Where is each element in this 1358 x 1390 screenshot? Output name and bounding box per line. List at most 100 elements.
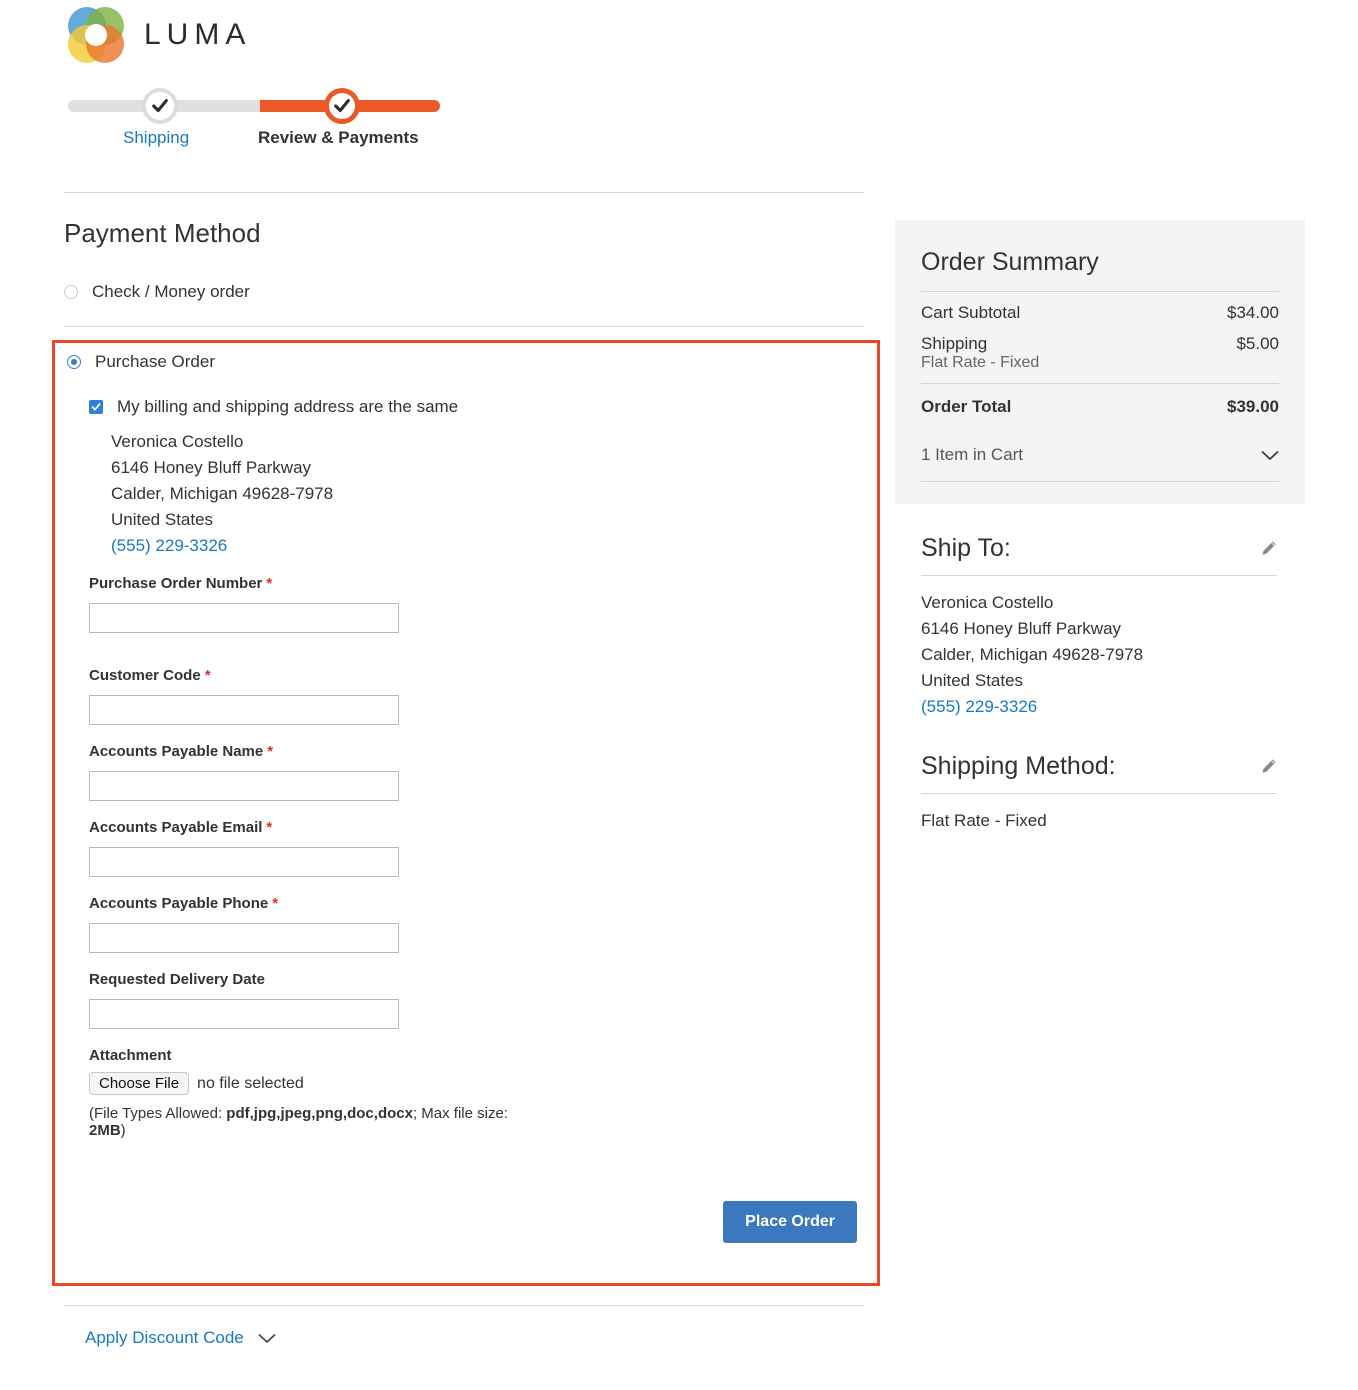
field-label: Accounts Payable Email * bbox=[89, 819, 273, 836]
cart-items-toggle[interactable]: 1 Item in Cart bbox=[921, 431, 1279, 481]
requested-delivery-date-input[interactable] bbox=[89, 999, 399, 1029]
payment-option-purchase-order[interactable]: Purchase Order bbox=[67, 352, 215, 372]
field-label: Purchase Order Number * bbox=[89, 575, 273, 592]
payment-option-divider bbox=[64, 326, 864, 327]
required-marker: * bbox=[266, 575, 273, 592]
ship-to-phone[interactable]: (555) 229-3326 bbox=[921, 694, 1277, 720]
required-marker: * bbox=[266, 819, 273, 836]
summary-row-shipping: Shipping $5.00 bbox=[921, 323, 1279, 354]
brand-logo[interactable]: LUMA bbox=[64, 4, 251, 66]
header-divider bbox=[64, 192, 864, 193]
ship-to-section: Ship To: Veronica Costello 6146 Honey Bl… bbox=[921, 534, 1277, 720]
field-accounts-payable-name: Accounts Payable Name * bbox=[89, 743, 509, 801]
billing-same-as-shipping-row[interactable]: My billing and shipping address are the … bbox=[89, 397, 458, 417]
required-marker: * bbox=[267, 743, 274, 760]
file-selection-status: no file selected bbox=[197, 1074, 304, 1092]
ship-to-header: Ship To: bbox=[921, 534, 1277, 563]
ship-to-street: 6146 Honey Bluff Parkway bbox=[921, 619, 1122, 638]
payment-option-label: Purchase Order bbox=[95, 352, 215, 371]
progress-step-review-payments[interactable] bbox=[324, 88, 360, 124]
billing-address: Veronica Costello 6146 Honey Bluff Parkw… bbox=[111, 429, 333, 559]
order-summary-panel: Order Summary Cart Subtotal $34.00 Shipp… bbox=[895, 220, 1305, 504]
pencil-icon[interactable] bbox=[1260, 758, 1277, 775]
summary-row-label: Cart Subtotal bbox=[921, 303, 1021, 322]
check-icon bbox=[91, 403, 101, 411]
billing-address-phone[interactable]: (555) 229-3326 bbox=[111, 533, 333, 559]
field-attachment: Attachment Choose File no file selected … bbox=[89, 1047, 509, 1139]
check-icon bbox=[334, 99, 350, 113]
brand-name: LUMA bbox=[144, 18, 252, 51]
billing-address-country: United States bbox=[111, 510, 214, 529]
field-customer-code: Customer Code * bbox=[89, 667, 509, 725]
payment-option-check-money-order[interactable]: Check / Money order bbox=[64, 282, 250, 302]
checkbox-billing-same[interactable] bbox=[89, 400, 103, 414]
allowed-file-types: pdf,jpg,jpeg,png,doc,docx bbox=[226, 1105, 413, 1122]
shipping-method-header: Shipping Method: bbox=[921, 752, 1277, 781]
choose-file-button[interactable]: Choose File bbox=[89, 1072, 190, 1095]
shipping-method-note: Flat Rate - Fixed bbox=[921, 354, 1040, 371]
page-title: Payment Method bbox=[64, 218, 261, 248]
file-input-row[interactable]: Choose File no file selected bbox=[89, 1072, 509, 1095]
summary-row-label: Shipping bbox=[921, 334, 988, 353]
progress-step-labels: Shipping Review & Payments bbox=[64, 128, 524, 154]
luma-rings-logo-icon bbox=[68, 7, 124, 63]
progress-label-shipping[interactable]: Shipping bbox=[123, 128, 189, 148]
accounts-payable-name-input[interactable] bbox=[89, 771, 399, 801]
summary-row-value: $5.00 bbox=[1236, 334, 1279, 353]
required-marker: * bbox=[272, 895, 279, 912]
chevron-down-icon bbox=[258, 1333, 276, 1343]
max-file-size: 2MB bbox=[89, 1122, 121, 1139]
ship-to-city-state-zip: Calder, Michigan 49628-7978 bbox=[921, 645, 1144, 664]
summary-row-cart-subtotal: Cart Subtotal $34.00 bbox=[921, 292, 1279, 323]
progress-step-shipping[interactable] bbox=[142, 88, 178, 124]
billing-address-street: 6146 Honey Bluff Parkway bbox=[111, 458, 312, 477]
summary-row-order-total: Order Total $39.00 bbox=[921, 384, 1279, 431]
order-total-value: $39.00 bbox=[1227, 397, 1279, 416]
purchase-order-panel: Purchase Order My billing and shipping a… bbox=[52, 340, 880, 1286]
chevron-down-icon bbox=[1261, 450, 1279, 460]
field-requested-delivery-date: Requested Delivery Date bbox=[89, 971, 509, 1029]
apply-discount-code-toggle[interactable]: Apply Discount Code bbox=[85, 1328, 276, 1348]
ship-to-name: Veronica Costello bbox=[921, 593, 1054, 612]
ship-to-title: Ship To: bbox=[921, 534, 1011, 562]
ship-to-address: Veronica Costello 6146 Honey Bluff Parkw… bbox=[921, 576, 1277, 720]
checkout-progress-bar bbox=[64, 88, 444, 124]
cart-items-label: 1 Item in Cart bbox=[921, 445, 1024, 464]
field-label: Accounts Payable Name * bbox=[89, 743, 274, 760]
shipping-method-section: Shipping Method: Flat Rate - Fixed bbox=[921, 752, 1277, 834]
billing-same-label: My billing and shipping address are the … bbox=[117, 397, 459, 416]
progress-label-review-payments: Review & Payments bbox=[258, 128, 419, 147]
attachment-restrictions-note: (File Types Allowed: pdf,jpg,jpeg,png,do… bbox=[89, 1105, 508, 1139]
field-label: Requested Delivery Date bbox=[89, 971, 265, 988]
purchase-order-number-input[interactable] bbox=[89, 603, 399, 633]
ship-to-country: United States bbox=[921, 671, 1024, 690]
billing-address-name: Veronica Costello bbox=[111, 432, 244, 451]
shipping-method-value: Flat Rate - Fixed bbox=[921, 811, 1047, 830]
order-total-label: Order Total bbox=[921, 397, 1012, 416]
order-summary-title: Order Summary bbox=[921, 248, 1099, 276]
field-purchase-order-number: Purchase Order Number * bbox=[89, 575, 509, 633]
divider bbox=[921, 481, 1279, 482]
field-accounts-payable-phone: Accounts Payable Phone * bbox=[89, 895, 509, 953]
radio-check-money-order[interactable] bbox=[64, 285, 78, 299]
summary-row-value: $34.00 bbox=[1227, 303, 1279, 322]
field-accounts-payable-email: Accounts Payable Email * bbox=[89, 819, 509, 877]
required-marker: * bbox=[204, 667, 211, 684]
apply-discount-code-label: Apply Discount Code bbox=[85, 1328, 244, 1347]
field-label: Customer Code * bbox=[89, 667, 211, 684]
billing-address-city-state-zip: Calder, Michigan 49628-7978 bbox=[111, 484, 334, 503]
accounts-payable-email-input[interactable] bbox=[89, 847, 399, 877]
shipping-method-title: Shipping Method: bbox=[921, 752, 1116, 780]
check-icon bbox=[152, 99, 168, 113]
footer-divider bbox=[64, 1305, 864, 1306]
payment-option-label: Check / Money order bbox=[92, 282, 250, 301]
purchase-order-form: Purchase Order Number * Customer Code * Ac… bbox=[89, 575, 509, 1139]
customer-code-input[interactable] bbox=[89, 695, 399, 725]
attachment-label: Attachment bbox=[89, 1047, 172, 1064]
pencil-icon[interactable] bbox=[1260, 540, 1277, 557]
checkout-page: LUMA Shipping Review & Payments Payment … bbox=[0, 0, 1358, 1390]
field-label: Accounts Payable Phone * bbox=[89, 895, 279, 912]
accounts-payable-phone-input[interactable] bbox=[89, 923, 399, 953]
place-order-button[interactable]: Place Order bbox=[723, 1201, 857, 1243]
radio-purchase-order[interactable] bbox=[67, 355, 81, 369]
